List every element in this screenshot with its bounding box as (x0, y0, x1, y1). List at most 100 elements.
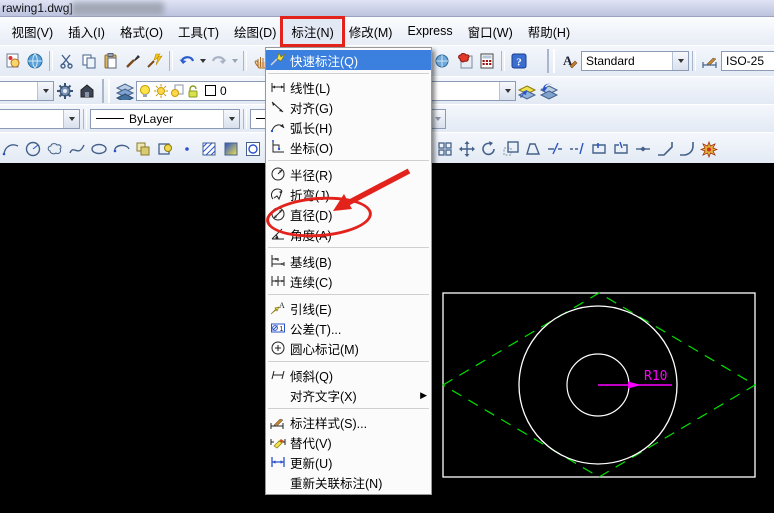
menu-item-update[interactable]: 更新(U) (266, 452, 431, 472)
text-style-icon[interactable]: A (559, 49, 581, 73)
scale-icon[interactable] (500, 137, 522, 161)
redo-dropdown[interactable] (230, 50, 240, 72)
menu-item-align-text[interactable]: 对齐文字(X) ▶ (266, 385, 431, 405)
redo-icon[interactable] (208, 49, 230, 73)
workspace-dropdown[interactable] (37, 82, 53, 100)
menu-item-center-mark[interactable]: 圆心标记(M) (266, 338, 431, 358)
point-icon[interactable] (176, 137, 198, 161)
menu-item-linear[interactable]: 线性(L) (266, 77, 431, 97)
extend-icon[interactable] (566, 137, 588, 161)
color-combo[interactable] (0, 109, 80, 129)
menu-item-diameter[interactable]: 直径(D) (266, 204, 431, 224)
color-dropdown[interactable] (63, 110, 79, 128)
trim-icon[interactable] (544, 137, 566, 161)
menu-item-override[interactable]: 替代(V) (266, 432, 431, 452)
linetype-combo[interactable]: ByLayer (90, 109, 240, 129)
menu-help[interactable]: 帮助(H) (520, 17, 577, 45)
menu-item-tolerance[interactable]: 1 公差(T)... (266, 318, 431, 338)
ellipse-arc-icon[interactable] (110, 137, 132, 161)
layer-color-swatch[interactable] (205, 85, 216, 96)
markup-set-manager-icon[interactable] (454, 49, 476, 73)
oblique-icon (266, 367, 290, 383)
title-bar: rawing1.dwg] (0, 0, 774, 17)
break-at-point-icon[interactable] (588, 137, 610, 161)
jogged-dim-icon (266, 186, 290, 202)
revcloud-icon[interactable] (44, 137, 66, 161)
text-style-combo[interactable]: Standard (581, 51, 689, 71)
menu-item-label: 坐标(O) (290, 138, 333, 157)
insert-block-icon[interactable] (132, 137, 154, 161)
arc-icon[interactable] (0, 137, 22, 161)
menu-item-angular[interactable]: 角度(A) (266, 224, 431, 244)
menu-item-continue[interactable]: 连续(C) (266, 271, 431, 291)
join-icon[interactable] (632, 137, 654, 161)
layer-properties-icon[interactable] (114, 79, 136, 103)
rotate-icon[interactable] (478, 137, 500, 161)
block-editor-icon[interactable] (144, 49, 166, 73)
dim-style-combo[interactable]: ISO-25 (721, 51, 774, 71)
workspace-settings-icon[interactable] (54, 79, 76, 103)
ordinate-dim-icon (266, 139, 290, 155)
menu-view[interactable]: 视图(V) (4, 17, 61, 45)
linetype-dropdown[interactable] (223, 110, 239, 128)
stretch-icon[interactable] (522, 137, 544, 161)
match-properties-icon[interactable] (122, 49, 144, 73)
break-icon[interactable] (610, 137, 632, 161)
layer-unlock-icon[interactable] (185, 83, 201, 99)
layer-dropdown[interactable] (499, 82, 515, 100)
fillet-icon[interactable] (676, 137, 698, 161)
menu-express[interactable]: Express (400, 17, 460, 45)
menu-format[interactable]: 格式(O) (112, 17, 170, 45)
plot-preview-icon[interactable] (2, 49, 24, 73)
menu-modify[interactable]: 修改(M) (341, 17, 400, 45)
copy-icon[interactable] (78, 49, 100, 73)
menu-item-aligned[interactable]: 对齐(G) (266, 97, 431, 117)
paste-icon[interactable] (100, 49, 122, 73)
my-workspace-icon[interactable] (76, 79, 98, 103)
gradient-icon[interactable] (220, 137, 242, 161)
menu-item-reassociate[interactable]: 重新关联标注(N) (266, 472, 431, 492)
publish-icon[interactable] (24, 49, 46, 73)
move-icon[interactable] (456, 137, 478, 161)
menu-window[interactable]: 窗口(W) (460, 17, 520, 45)
array-icon[interactable] (434, 137, 456, 161)
make-object-layer-current-icon[interactable] (516, 79, 538, 103)
dim-style-toolbar-icon[interactable] (699, 49, 721, 73)
ellipse-icon[interactable] (88, 137, 110, 161)
layer-thaw-sun-icon[interactable] (153, 83, 169, 99)
menu-item-leader[interactable]: A 引线(E) (266, 298, 431, 318)
layer-on-bulb-icon[interactable] (137, 83, 153, 99)
workspace-combo[interactable] (0, 81, 54, 101)
undo-icon[interactable] (176, 49, 198, 73)
layer-vp-freeze-icon[interactable] (169, 83, 185, 99)
menu-item-label: 标注样式(S)... (290, 413, 367, 432)
menu-item-oblique[interactable]: 倾斜(Q) (266, 365, 431, 385)
menu-item-jogged[interactable]: 折弯(J) (266, 184, 431, 204)
text-style-dropdown[interactable] (672, 52, 688, 70)
spline-icon[interactable] (66, 137, 88, 161)
explode-icon[interactable] (698, 137, 720, 161)
chamfer-icon[interactable] (654, 137, 676, 161)
menu-tools[interactable]: 工具(T) (171, 17, 227, 45)
application-window: rawing1.dwg] 视图(V) 插入(I) 格式(O) 工具(T) 绘图(… (0, 0, 774, 513)
menu-dimension[interactable]: 标注(N) (284, 17, 341, 45)
menu-item-quick-dimension[interactable]: 快速标注(Q) (266, 50, 431, 70)
menu-item-dimension-style[interactable]: 标注样式(S)... (266, 412, 431, 432)
sheet-set-icon[interactable] (432, 49, 454, 73)
hatch-icon[interactable] (198, 137, 220, 161)
help-icon[interactable]: ? (508, 49, 530, 73)
region-icon[interactable] (242, 137, 264, 161)
menu-insert[interactable]: 插入(I) (61, 17, 113, 45)
menu-draw[interactable]: 绘图(D) (227, 17, 284, 45)
menu-item-ordinate[interactable]: 坐标(O) (266, 137, 431, 157)
cut-icon[interactable] (56, 49, 78, 73)
undo-dropdown[interactable] (198, 50, 208, 72)
menu-item-radius[interactable]: 半径(R) (266, 164, 431, 184)
menu-item-baseline[interactable]: 基线(B) (266, 251, 431, 271)
circle-icon[interactable] (22, 137, 44, 161)
make-block-icon[interactable] (154, 137, 176, 161)
layer-previous-icon[interactable] (538, 79, 560, 103)
arc-length-dim-icon (266, 119, 290, 135)
menu-item-arc-length[interactable]: 弧长(H) (266, 117, 431, 137)
quickcalc-icon[interactable] (476, 49, 498, 73)
